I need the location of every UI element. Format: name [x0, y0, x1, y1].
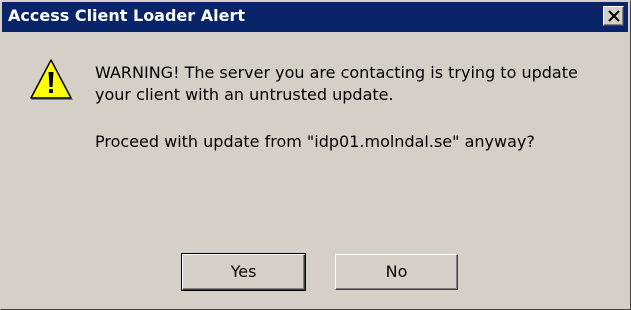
title-bar[interactable]: Access Client Loader Alert	[2, 2, 628, 32]
close-x-icon	[608, 10, 620, 22]
warning-message: WARNING! The server you are contacting i…	[95, 62, 578, 106]
close-button[interactable]	[603, 6, 624, 26]
yes-button[interactable]: Yes	[181, 253, 306, 291]
alert-dialog-window: Access Client Loader Alert WARNING! The …	[0, 0, 631, 310]
proceed-question: Proceed with update from "idp01.molndal.…	[95, 132, 535, 151]
warning-message-line-1: WARNING! The server you are contacting i…	[95, 63, 578, 82]
window-title: Access Client Loader Alert	[8, 6, 245, 25]
warning-triangle-icon	[30, 59, 73, 100]
warning-message-line-2: your client with an untrusted update.	[95, 85, 394, 104]
no-button[interactable]: No	[335, 254, 458, 290]
